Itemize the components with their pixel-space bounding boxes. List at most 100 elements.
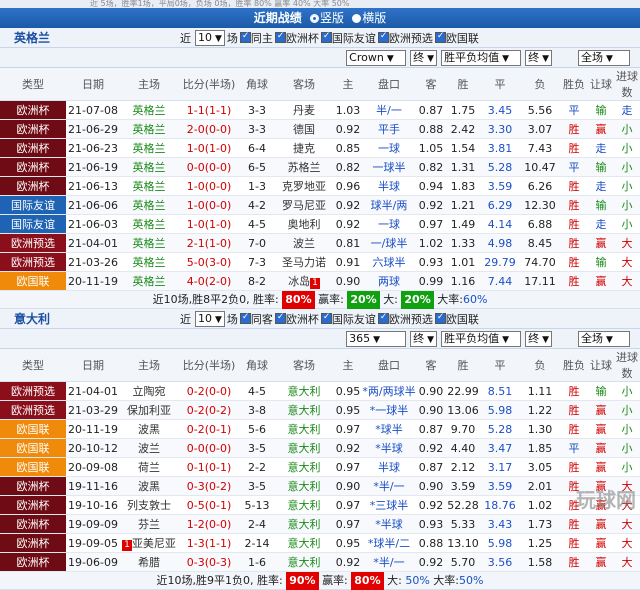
column-header[interactable]: 客场 bbox=[274, 349, 334, 382]
match-score[interactable]: 0-5(0-1) bbox=[178, 495, 240, 515]
table-row[interactable]: 欧洲杯 19-10-16 列支敦士 0-5(0-1) 5-13 意大利 0.97 *三球半 0.… bbox=[0, 495, 640, 515]
home-team[interactable]: 波黑 bbox=[120, 476, 178, 496]
column-header[interactable]: 胜 bbox=[446, 68, 480, 101]
table-row[interactable]: 欧洲杯 21-06-23 英格兰 1-0(1-0) 6-4 捷克 0.85 一球 1.05 1.5… bbox=[0, 138, 640, 158]
column-header[interactable]: 主场 bbox=[120, 68, 178, 101]
home-team[interactable]: 保加利亚 bbox=[120, 400, 178, 420]
home-team[interactable]: 英格兰 bbox=[120, 195, 178, 215]
column-header[interactable]: 进球数 bbox=[614, 68, 640, 101]
column-header[interactable]: 类型 bbox=[0, 349, 66, 382]
home-team[interactable]: 英格兰 bbox=[120, 176, 178, 196]
match-score[interactable]: 1-0(1-0) bbox=[178, 138, 240, 158]
column-header[interactable]: 让球 bbox=[588, 349, 614, 382]
away-team[interactable]: 意大利 bbox=[274, 533, 334, 553]
filter-checkbox[interactable] bbox=[274, 31, 286, 43]
home-team[interactable]: 英格兰 bbox=[120, 119, 178, 139]
column-header[interactable]: 客 bbox=[416, 349, 446, 382]
table-row[interactable]: 欧洲杯 21-07-08 英格兰 1-1(1-1) 3-3 丹麦 1.03 半/一 0.87 1.… bbox=[0, 100, 640, 120]
away-team[interactable]: 奥地利 bbox=[274, 214, 334, 234]
odds-type-select[interactable]: 胜平负均值 ▼ bbox=[441, 49, 522, 66]
home-team[interactable]: 英格兰 bbox=[120, 252, 178, 272]
period-select[interactable]: 终 ▼ bbox=[410, 330, 438, 347]
away-team[interactable]: 意大利 bbox=[274, 400, 334, 420]
period-select[interactable]: 终 ▼ bbox=[525, 330, 552, 347]
match-score[interactable]: 5-0(3-0) bbox=[178, 252, 240, 272]
away-team[interactable]: 捷克 bbox=[274, 138, 334, 158]
column-header[interactable]: 比分(半场) bbox=[178, 349, 240, 382]
table-row[interactable]: 欧洲杯 19-09-09 芬兰 1-2(0-0) 2-4 意大利 0.97 *半球 0.93 5.… bbox=[0, 514, 640, 534]
match-score[interactable]: 0-2(0-0) bbox=[178, 381, 240, 401]
filter-checkbox[interactable] bbox=[377, 312, 389, 324]
away-team[interactable]: 意大利 bbox=[274, 514, 334, 534]
column-header[interactable]: 主 bbox=[334, 349, 362, 382]
match-score[interactable]: 0-2(0-1) bbox=[178, 419, 240, 439]
column-header[interactable]: 让球 bbox=[588, 68, 614, 101]
table-row[interactable]: 欧洲杯 21-06-19 英格兰 0-0(0-0) 6-5 苏格兰 0.82 一球半 0.82 1… bbox=[0, 157, 640, 177]
column-header[interactable]: 比分(半场) bbox=[178, 68, 240, 101]
home-team[interactable]: 英格兰 bbox=[120, 233, 178, 253]
table-row[interactable]: 欧洲杯 19-09-05 1 亚美尼亚 1-3(1-1) 2-14 意大利 0.95 *球半/二… bbox=[0, 533, 640, 553]
layout-option-horizontal[interactable]: 横版 bbox=[352, 11, 386, 25]
home-team[interactable]: 列支敦士 bbox=[120, 495, 178, 515]
column-header[interactable]: 进球数 bbox=[614, 349, 640, 382]
period-select[interactable]: 终 ▼ bbox=[410, 49, 438, 66]
table-row[interactable]: 欧国联 20-09-08 荷兰 0-1(0-1) 2-2 意大利 0.97 半球 0.87 2.1… bbox=[0, 457, 640, 477]
column-header[interactable]: 类型 bbox=[0, 68, 66, 101]
match-score[interactable]: 1-0(0-0) bbox=[178, 176, 240, 196]
home-team[interactable]: 波兰 bbox=[120, 438, 178, 458]
table-row[interactable]: 国际友谊 21-06-03 英格兰 1-0(1-0) 4-5 奥地利 0.92 一球 0.97 1… bbox=[0, 214, 640, 234]
table-row[interactable]: 欧洲杯 21-06-13 英格兰 1-0(0-0) 1-3 克罗地亚 0.96 半球 0.94 1… bbox=[0, 176, 640, 196]
column-header[interactable]: 胜负 bbox=[560, 68, 588, 101]
company-select[interactable]: 365 ▼ bbox=[346, 330, 407, 347]
match-score[interactable]: 0-1(0-1) bbox=[178, 457, 240, 477]
odds-type-select[interactable]: 胜平负均值 ▼ bbox=[441, 330, 522, 347]
away-team[interactable]: 意大利 bbox=[274, 476, 334, 496]
home-team[interactable]: 希腊 bbox=[120, 552, 178, 572]
table-row[interactable]: 国际友谊 21-06-06 英格兰 1-0(0-0) 4-2 罗马尼亚 0.92 球半/两 0.… bbox=[0, 195, 640, 215]
column-header[interactable]: 盘口 bbox=[362, 349, 416, 382]
table-row[interactable]: 欧洲预选 21-03-26 英格兰 5-0(3-0) 7-3 圣马力诺 0.91 六球半 0.9… bbox=[0, 252, 640, 272]
period-select[interactable]: 终 ▼ bbox=[525, 49, 552, 66]
home-team[interactable]: 英格兰 bbox=[120, 138, 178, 158]
scope-select[interactable]: 全场 ▼ bbox=[578, 49, 630, 66]
table-row[interactable]: 欧洲预选 21-04-01 英格兰 2-1(1-0) 7-0 波兰 0.81 一/球半 1.02… bbox=[0, 233, 640, 253]
table-row[interactable]: 欧国联 20-10-12 波兰 0-0(0-0) 3-5 意大利 0.92 *半球 0.92 4.… bbox=[0, 438, 640, 458]
away-team[interactable]: 冰岛 1 bbox=[274, 271, 334, 291]
away-team[interactable]: 意大利 bbox=[274, 419, 334, 439]
match-score[interactable]: 1-1(1-1) bbox=[178, 100, 240, 120]
table-row[interactable]: 欧国联 20-11-19 英格兰 4-0(2-0) 8-2 冰岛 1 0.90 两球 0.99 1.… bbox=[0, 271, 640, 291]
away-team[interactable]: 德国 bbox=[274, 119, 334, 139]
column-header[interactable]: 盘口 bbox=[362, 68, 416, 101]
away-team[interactable]: 丹麦 bbox=[274, 100, 334, 120]
match-score[interactable]: 1-3(1-1) bbox=[178, 533, 240, 553]
match-count-select[interactable]: 10 ▼ bbox=[195, 310, 225, 327]
table-row[interactable]: 欧洲杯 21-06-29 英格兰 2-0(0-0) 3-3 德国 0.92 平手 0.88 2.4… bbox=[0, 119, 640, 139]
away-team[interactable]: 波兰 bbox=[274, 233, 334, 253]
match-score[interactable]: 0-2(0-2) bbox=[178, 400, 240, 420]
filter-checkbox[interactable] bbox=[239, 31, 251, 43]
home-team[interactable]: 立陶宛 bbox=[120, 381, 178, 401]
column-header[interactable]: 平 bbox=[480, 349, 520, 382]
table-row[interactable]: 欧国联 20-11-19 波黑 0-2(0-1) 5-6 意大利 0.97 *球半 0.87 9.… bbox=[0, 419, 640, 439]
match-count-select[interactable]: 10 ▼ bbox=[195, 29, 225, 46]
column-header[interactable]: 日期 bbox=[66, 349, 120, 382]
column-header[interactable]: 角球 bbox=[240, 349, 274, 382]
home-team[interactable]: 荷兰 bbox=[120, 457, 178, 477]
away-team[interactable]: 克罗地亚 bbox=[274, 176, 334, 196]
layout-option-vertical[interactable]: 竖版 bbox=[309, 11, 344, 25]
home-team[interactable]: 英格兰 bbox=[120, 100, 178, 120]
column-header[interactable]: 客场 bbox=[274, 68, 334, 101]
filter-checkbox[interactable] bbox=[320, 312, 332, 324]
match-score[interactable]: 4-0(2-0) bbox=[178, 271, 240, 291]
column-header[interactable]: 主 bbox=[334, 68, 362, 101]
column-header[interactable]: 胜负 bbox=[560, 349, 588, 382]
match-score[interactable]: 0-3(0-2) bbox=[178, 476, 240, 496]
away-team[interactable]: 意大利 bbox=[274, 438, 334, 458]
filter-checkbox[interactable] bbox=[320, 31, 332, 43]
away-team[interactable]: 意大利 bbox=[274, 381, 334, 401]
column-header[interactable]: 客 bbox=[416, 68, 446, 101]
filter-checkbox[interactable] bbox=[274, 312, 286, 324]
match-score[interactable]: 1-0(0-0) bbox=[178, 195, 240, 215]
match-score[interactable]: 0-0(0-0) bbox=[178, 438, 240, 458]
company-select[interactable]: Crown ▼ bbox=[346, 49, 407, 66]
